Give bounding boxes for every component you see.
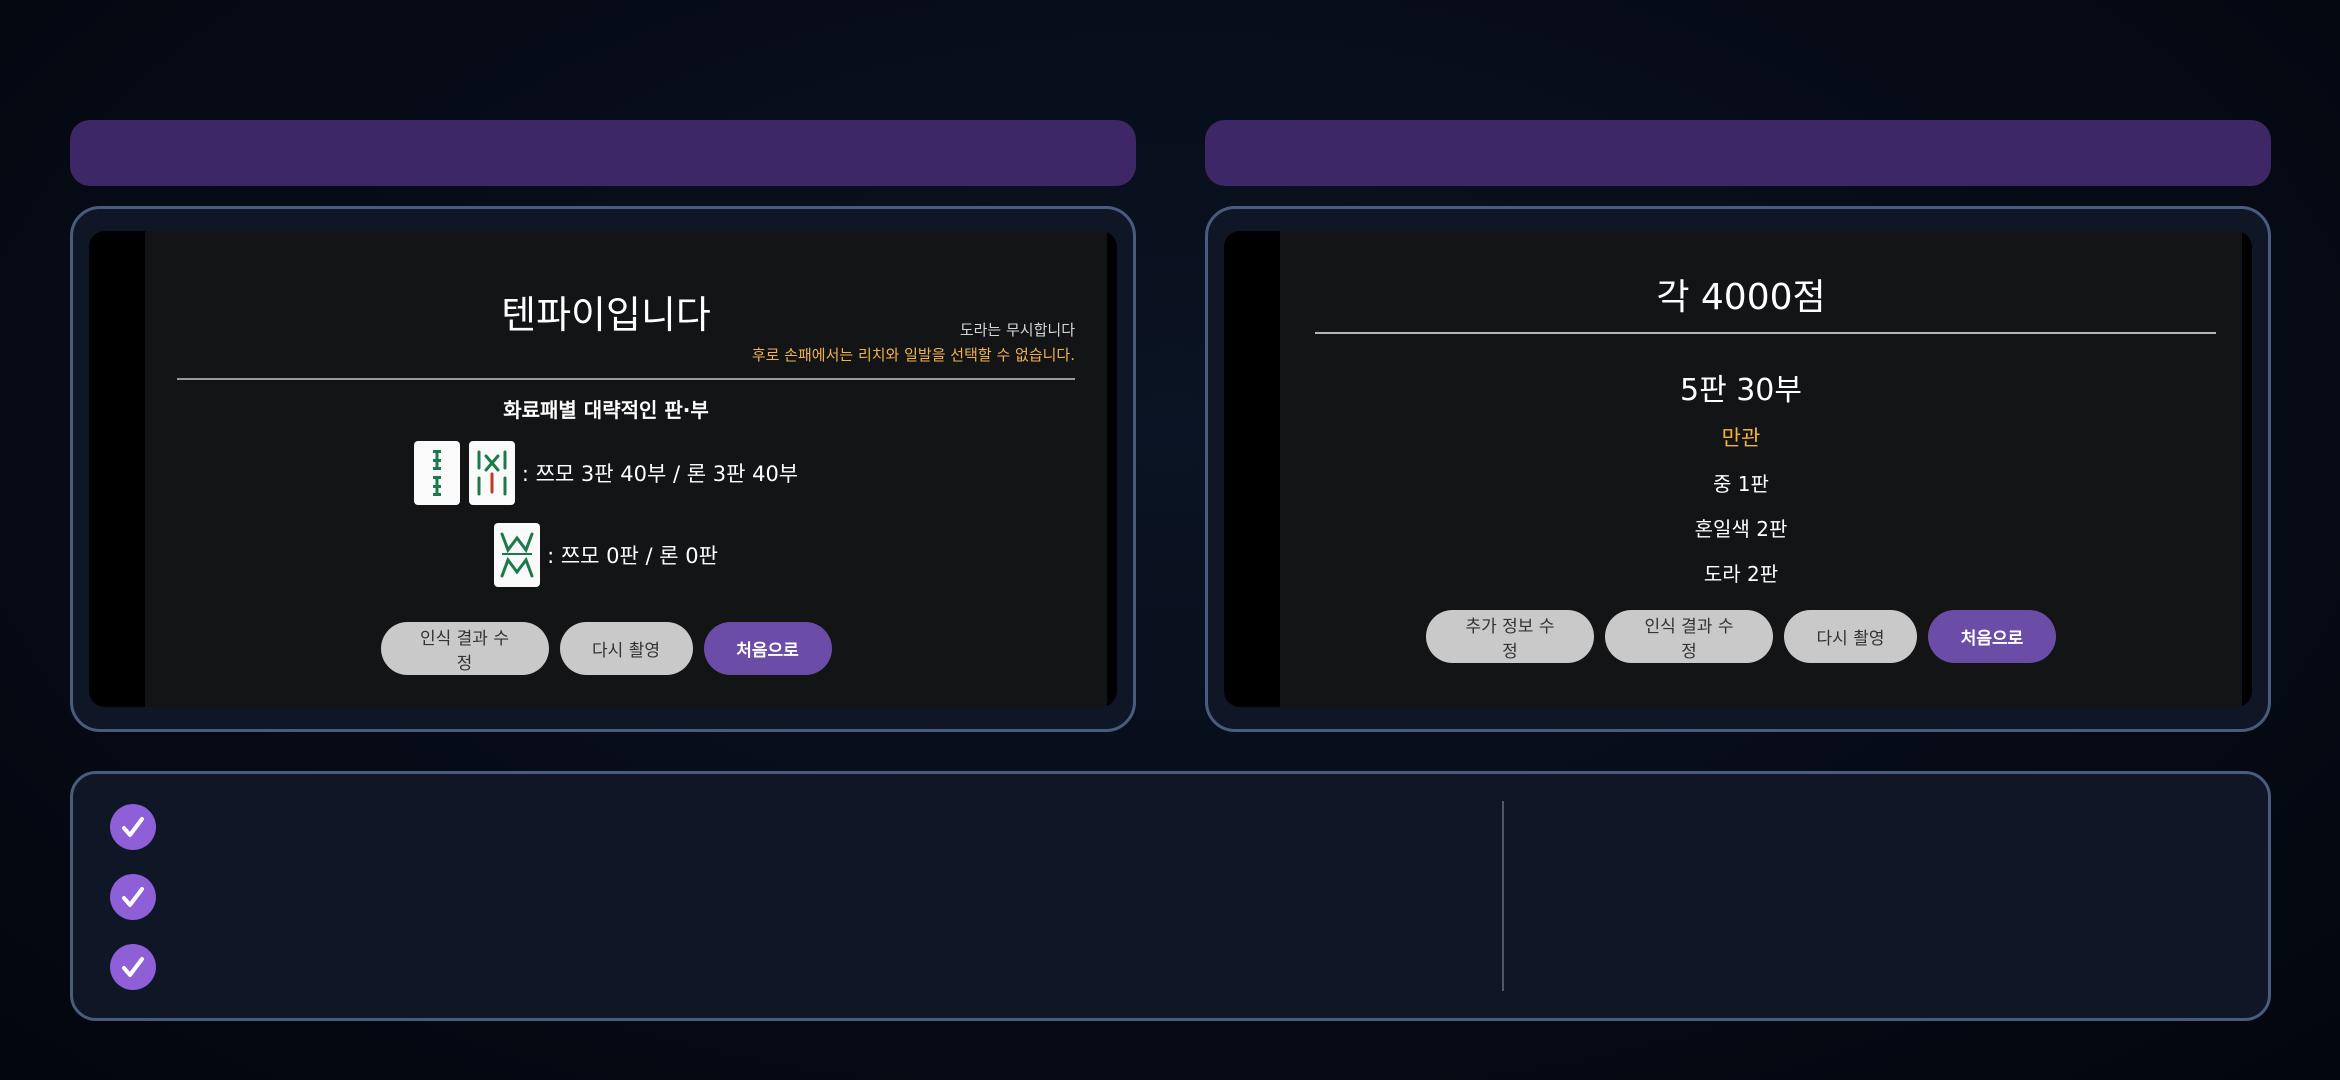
checkmark-icon	[110, 874, 156, 920]
score-divider	[1315, 332, 2216, 334]
wait-score-text: : 쯔모 0판 / 론 0판	[547, 544, 718, 568]
yaku-item: 도라 2판	[1703, 562, 1779, 586]
wait-row: : 쯔모 3판 40부 / 론 3판 40부	[89, 441, 1117, 505]
score-action-buttons: 추가 정보 수정 인식 결과 수정 다시 촬영 처음으로	[1224, 610, 2252, 663]
limit-hand-text: 만관	[1721, 426, 1761, 450]
bamboo-tile-icon	[494, 523, 541, 587]
feature-divider	[1502, 801, 1504, 991]
riichi-warning-note: 후로 손패에서는 리치와 일발을 선택할 수 없습니다.	[751, 346, 1075, 364]
bamboo-tile-8-icon	[468, 441, 515, 505]
retake-button[interactable]: 다시 촬영	[559, 622, 693, 675]
checkmark-icon	[110, 804, 156, 850]
edit-recognition-button[interactable]: 인식 결과 수정	[380, 622, 549, 675]
wait-row: : 쯔모 0판 / 론 0판	[89, 523, 1117, 587]
bamboo-tile-2-icon	[413, 441, 460, 505]
wait-section-title: 화료패별 대략적인 판·부	[503, 398, 709, 422]
edit-extra-info-button[interactable]: 추가 정보 수정	[1426, 610, 1594, 663]
score-screenshot-panel: 각 4000점 5판 30부 만관 중 1판 혼일색 2판 도라 2판 추가 정…	[1205, 206, 2271, 732]
score-phone-screen: 각 4000점 5판 30부 만관 중 1판 혼일색 2판 도라 2판 추가 정…	[1224, 231, 2252, 707]
wait-score-text: : 쯔모 3판 40부 / 론 3판 40부	[521, 462, 799, 486]
han-fu-text: 5판 30부	[1680, 373, 1802, 408]
yaku-item: 혼일색 2판	[1694, 517, 1788, 541]
left-header-bar	[70, 120, 1136, 186]
feature-list-panel	[70, 771, 2271, 1021]
edit-recognition-button[interactable]: 인식 결과 수정	[1605, 610, 1773, 663]
right-header-bar	[1205, 120, 2271, 186]
title-divider	[177, 378, 1075, 380]
home-button[interactable]: 처음으로	[1928, 610, 2056, 663]
home-button[interactable]: 처음으로	[703, 622, 832, 675]
tenpai-phone-screen: 텐파이입니다 도라는 무시합니다 후로 손패에서는 리치와 일발을 선택할 수 …	[89, 231, 1117, 707]
yaku-item: 중 1판	[1713, 472, 1769, 496]
retake-button[interactable]: 다시 촬영	[1784, 610, 1917, 663]
score-title: 각 4000점	[1656, 277, 1826, 318]
checkmark-icon	[110, 944, 156, 990]
tenpai-action-buttons: 인식 결과 수정 다시 촬영 처음으로	[89, 622, 1117, 675]
tenpai-screenshot-panel: 텐파이입니다 도라는 무시합니다 후로 손패에서는 리치와 일발을 선택할 수 …	[70, 206, 1136, 732]
dora-ignored-note: 도라는 무시합니다	[959, 321, 1075, 339]
